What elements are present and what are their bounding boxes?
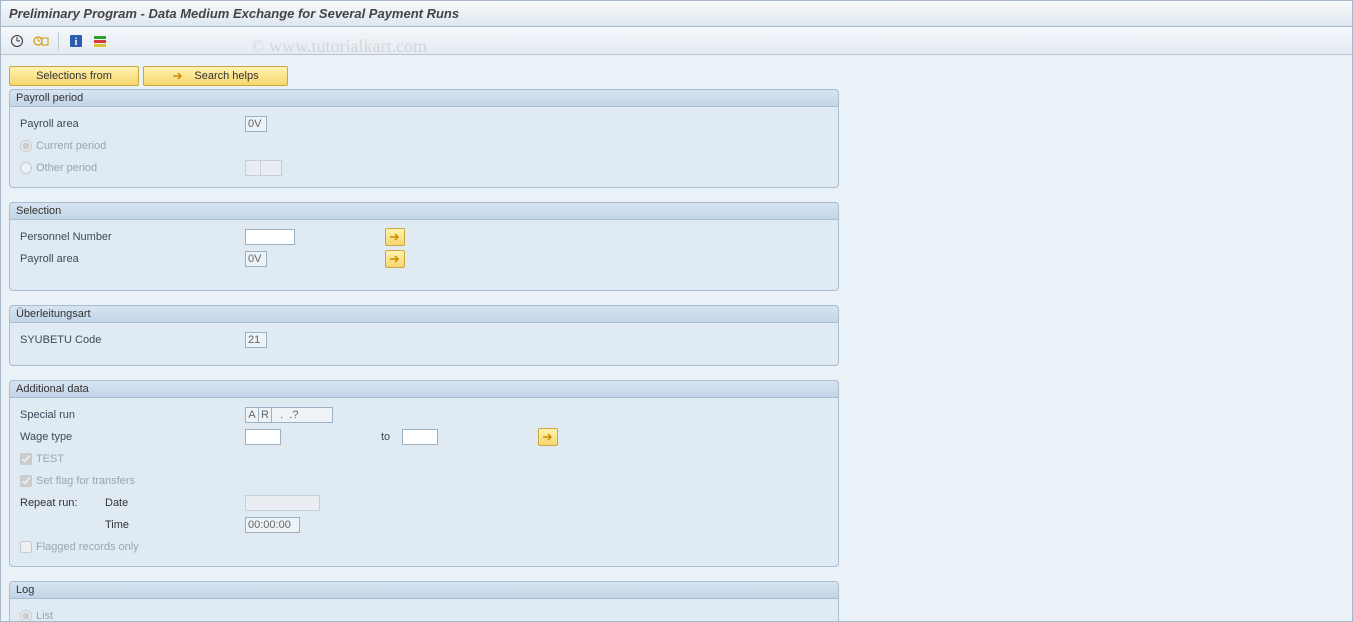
app-toolbar: i — [1, 27, 1352, 55]
search-helps-button[interactable]: Search helps — [143, 66, 288, 86]
group-uberleitung: Überleitungsart SYUBETU Code — [9, 305, 839, 366]
setflag-checkbox[interactable] — [20, 475, 32, 487]
execute-icon[interactable] — [7, 31, 27, 51]
svg-text:i: i — [75, 37, 78, 48]
app-frame: Preliminary Program - Data Medium Exchan… — [0, 0, 1353, 622]
group-header: Log — [10, 582, 838, 599]
title-bar: Preliminary Program - Data Medium Exchan… — [1, 1, 1352, 27]
info-icon[interactable]: i — [66, 31, 86, 51]
other-period-radio[interactable] — [20, 162, 32, 174]
time-label: Time — [105, 519, 245, 531]
selections-from-label: Selections from — [36, 70, 112, 82]
date-label: Date — [105, 497, 245, 509]
search-helps-label: Search helps — [194, 70, 258, 82]
personnel-number-multisel-button[interactable] — [385, 228, 405, 246]
personnel-number-input[interactable] — [245, 229, 295, 245]
syubetu-label: SYUBETU Code — [20, 334, 245, 346]
variant-icon[interactable] — [90, 31, 110, 51]
group-additional-data: Additional data Special run Wage type to — [9, 380, 839, 567]
group-selection: Selection Personnel Number Payroll area — [9, 202, 839, 291]
selections-from-button[interactable]: Selections from — [9, 66, 139, 86]
syubetu-input[interactable] — [245, 332, 267, 348]
other-period-label: Other period — [36, 162, 245, 174]
sel-payroll-area-multisel-button[interactable] — [385, 250, 405, 268]
time-input[interactable] — [245, 517, 300, 533]
flagged-checkbox[interactable] — [20, 541, 32, 553]
flagged-label: Flagged records only — [36, 541, 139, 553]
date-input[interactable] — [245, 495, 320, 511]
current-period-label: Current period — [36, 140, 106, 152]
to-label: to — [381, 431, 390, 443]
special-run-input-3[interactable] — [271, 407, 333, 423]
special-run-input-2[interactable] — [258, 407, 272, 423]
payroll-area-input[interactable] — [245, 116, 267, 132]
sel-payroll-area-input[interactable] — [245, 251, 267, 267]
personnel-number-label: Personnel Number — [20, 231, 245, 243]
current-period-radio[interactable] — [20, 140, 32, 152]
toolbar-separator — [58, 32, 59, 50]
group-header: Payroll period — [10, 90, 838, 107]
arrow-right-icon — [172, 71, 184, 81]
repeat-run-label: Repeat run: — [20, 497, 105, 509]
group-payroll-period: Payroll period Payroll area Current peri… — [9, 89, 839, 188]
execute-print-icon[interactable] — [31, 31, 51, 51]
page-title: Preliminary Program - Data Medium Exchan… — [9, 6, 459, 21]
wage-type-label: Wage type — [20, 431, 245, 443]
group-header: Additional data — [10, 381, 838, 398]
other-period-input-2 — [260, 160, 282, 176]
special-run-input-1[interactable] — [245, 407, 259, 423]
wage-type-to-input[interactable] — [402, 429, 438, 445]
content-area: Selections from Search helps Payroll per… — [1, 56, 1352, 621]
sel-payroll-area-label: Payroll area — [20, 253, 245, 265]
action-button-row: Selections from Search helps — [9, 66, 1344, 86]
list-radio[interactable] — [20, 610, 32, 621]
test-checkbox[interactable] — [20, 453, 32, 465]
test-label: TEST — [36, 453, 64, 465]
special-run-label: Special run — [20, 409, 245, 421]
setflag-label: Set flag for transfers — [36, 475, 135, 487]
payroll-area-label: Payroll area — [20, 118, 245, 130]
list-label: List — [36, 610, 53, 621]
group-log: Log List — [9, 581, 839, 621]
group-header: Selection — [10, 203, 838, 220]
group-header: Überleitungsart — [10, 306, 838, 323]
wage-type-from-input[interactable] — [245, 429, 281, 445]
wage-type-multisel-button[interactable] — [538, 428, 558, 446]
other-period-input-1 — [245, 160, 261, 176]
